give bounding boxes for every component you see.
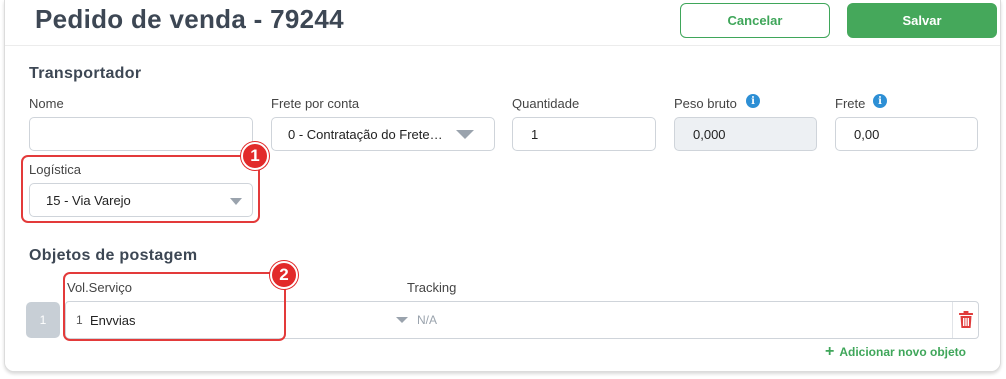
section-title-objetos: Objetos de postagem <box>29 247 198 264</box>
tracking-input[interactable]: N/A <box>417 313 437 327</box>
section-title-transportador: Transportador <box>29 65 142 82</box>
order-panel: Pedido de venda - 79244 Cancelar Salvar … <box>4 0 1001 372</box>
frete-input[interactable]: 0,00 <box>835 117 978 151</box>
page-header: Pedido de venda - 79244 Cancelar Salvar <box>5 0 1000 46</box>
peso-bruto-field: 0,000 <box>674 117 817 151</box>
chevron-down-icon <box>230 198 242 205</box>
vol-servico-highlight <box>63 272 286 341</box>
nome-input[interactable] <box>29 117 253 151</box>
annotation-badge-1: 1 <box>241 142 269 170</box>
quantidade-label: Quantidade <box>512 96 580 111</box>
trash-icon <box>958 311 973 328</box>
frete-por-conta-value: 0 - Contratação do Frete… <box>288 126 443 142</box>
frete-por-conta-select[interactable]: 0 - Contratação do Frete… <box>271 117 495 151</box>
cancel-button[interactable]: Cancelar <box>680 3 830 38</box>
logistica-value: 15 - Via Varejo <box>46 192 131 208</box>
delete-row-button[interactable] <box>952 302 978 338</box>
page-title: Pedido de venda - 79244 <box>35 4 344 34</box>
logistica-label: Logística <box>29 162 82 177</box>
annotation-badge-2: 2 <box>270 261 298 289</box>
quantidade-input[interactable]: 1 <box>512 117 656 151</box>
col-tracking-label: Tracking <box>407 280 457 295</box>
logistica-select[interactable]: 15 - Via Varejo <box>29 183 253 217</box>
info-icon[interactable]: i <box>873 94 887 108</box>
add-object-link[interactable]: + Adicionar novo objeto <box>825 343 966 361</box>
peso-bruto-label: Peso bruto <box>674 96 737 111</box>
row-index: 1 <box>26 302 60 338</box>
plus-icon: + <box>825 343 835 360</box>
chevron-down-icon <box>396 317 408 323</box>
form-body: Transportador Nome Frete por conta 0 - C… <box>5 46 1000 371</box>
frete-label: Frete <box>835 96 866 111</box>
save-button[interactable]: Salvar <box>847 3 997 38</box>
chevron-down-icon <box>456 130 474 139</box>
nome-label: Nome <box>29 96 64 111</box>
frete-por-conta-label: Frete por conta <box>271 96 360 111</box>
add-object-label: Adicionar novo objeto <box>839 345 967 359</box>
info-icon[interactable]: i <box>746 94 760 108</box>
